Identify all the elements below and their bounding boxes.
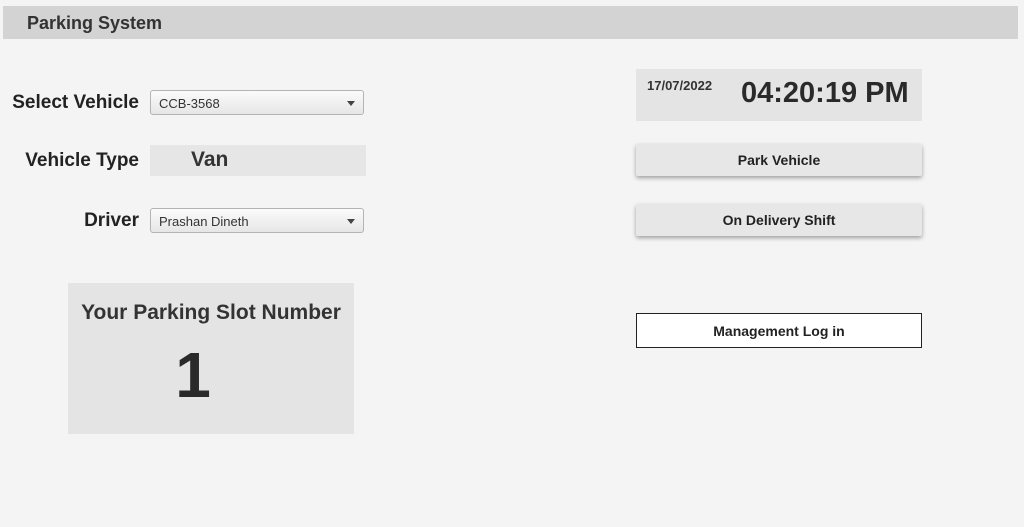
driver-label: Driver [84,210,139,231]
vehicle-type-display: Van [150,145,366,176]
on-delivery-shift-button[interactable]: On Delivery Shift [636,204,922,236]
title-bar: Parking System [3,6,1018,39]
select-vehicle-label: Select Vehicle [12,92,139,113]
parking-slot-number: 1 [175,339,211,411]
current-time: 04:20:19 PM [741,77,909,109]
vehicle-select[interactable]: CCB-3568 [150,90,364,115]
clock-panel: 17/07/2022 04:20:19 PM [636,69,922,121]
chevron-down-icon [347,219,355,224]
app-title: Parking System [27,13,163,33]
current-date: 17/07/2022 [647,78,713,93]
chevron-down-icon [347,101,355,106]
vehicle-type-label: Vehicle Type [25,150,139,171]
vehicle-type-value: Van [191,148,229,171]
vehicle-select-value: CCB-3568 [159,96,220,111]
driver-select[interactable]: Prashan Dineth [150,208,364,233]
driver-select-value: Prashan Dineth [159,214,249,229]
parking-slot-panel: Your Parking Slot Number 1 [68,283,354,434]
management-login-button[interactable]: Management Log in [636,313,922,348]
park-vehicle-button[interactable]: Park Vehicle [636,144,922,176]
parking-slot-title: Your Parking Slot Number [81,301,341,324]
